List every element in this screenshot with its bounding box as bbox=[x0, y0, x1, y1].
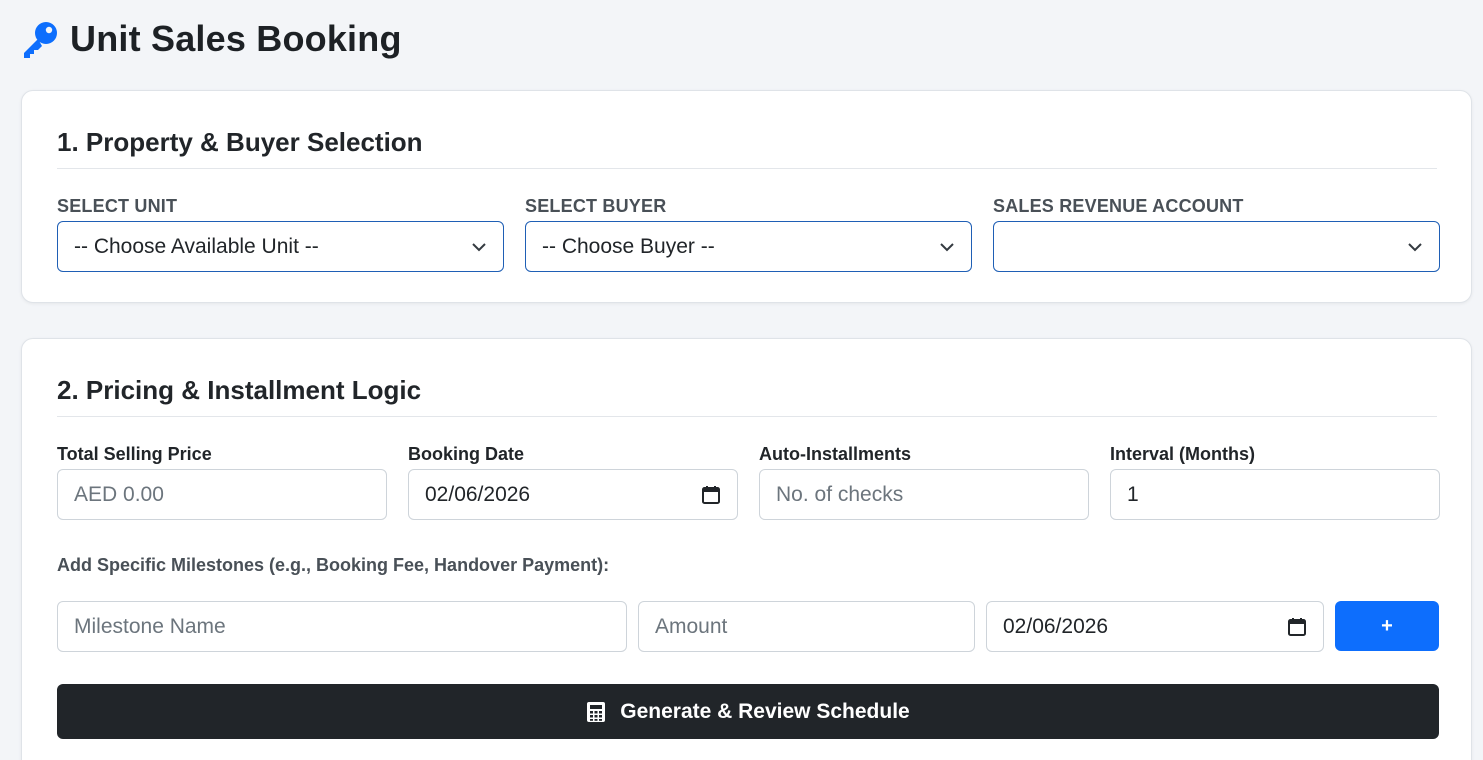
interval-label: Interval (Months) bbox=[1110, 444, 1256, 464]
calculator-icon bbox=[587, 701, 606, 722]
unit-sales-booking-page: Unit Sales Booking 1. Property & Buyer S… bbox=[0, 0, 1483, 760]
milestones-label: Add Specific Milestones (e.g., Booking F… bbox=[57, 555, 610, 575]
section-title: 2. Pricing & Installment Logic bbox=[57, 375, 1437, 417]
revenue-account-label: SALES REVENUE ACCOUNT bbox=[993, 196, 1244, 216]
buyer-select-value: -- Choose Buyer -- bbox=[542, 234, 715, 258]
page-title: Unit Sales Booking bbox=[70, 18, 402, 59]
generate-schedule-label: Generate & Review Schedule bbox=[620, 699, 910, 723]
milestone-date-value: 02/06/2026 bbox=[1003, 614, 1109, 638]
milestone-amount-input[interactable]: Amount bbox=[638, 601, 975, 652]
booking-date-input[interactable]: 02/06/2026 bbox=[408, 469, 738, 520]
unit-label: SELECT UNIT bbox=[57, 196, 178, 216]
milestone-amount-placeholder: Amount bbox=[655, 614, 728, 638]
milestone-date-field: 02/06/2026 bbox=[986, 601, 1324, 652]
interval-value: 1 bbox=[1127, 482, 1139, 506]
buyer-label: SELECT BUYER bbox=[525, 196, 667, 216]
booking-date-value: 02/06/2026 bbox=[425, 482, 531, 506]
generate-schedule-button[interactable]: Generate & Review Schedule bbox=[57, 684, 1439, 739]
milestone-name-field: Milestone Name bbox=[57, 601, 627, 652]
page-header: Unit Sales Booking bbox=[20, 14, 402, 64]
add-milestone-button[interactable]: + bbox=[1335, 601, 1439, 651]
chevron-down-icon bbox=[1408, 242, 1422, 251]
auto-installments-placeholder: No. of checks bbox=[776, 482, 904, 506]
pricing-installment-card: 2. Pricing & Installment Logic Total Sel… bbox=[21, 338, 1472, 760]
milestone-amount-field: Amount bbox=[638, 601, 975, 652]
price-input[interactable]: AED 0.00 bbox=[57, 469, 387, 520]
chevron-down-icon bbox=[940, 242, 954, 251]
price-field: Total Selling Price AED 0.00 bbox=[57, 443, 387, 520]
property-buyer-card: 1. Property & Buyer Selection SELECT UNI… bbox=[21, 90, 1472, 303]
unit-field: SELECT UNIT -- Choose Available Unit -- bbox=[57, 195, 504, 272]
unit-select-value: -- Choose Available Unit -- bbox=[74, 234, 319, 258]
auto-installments-input[interactable]: No. of checks bbox=[759, 469, 1089, 520]
milestone-name-placeholder: Milestone Name bbox=[74, 614, 226, 638]
milestone-date-input[interactable]: 02/06/2026 bbox=[986, 601, 1324, 652]
auto-installments-label: Auto-Installments bbox=[759, 444, 912, 464]
booking-date-label: Booking Date bbox=[408, 444, 525, 464]
unit-select[interactable]: -- Choose Available Unit -- bbox=[57, 221, 504, 272]
buyer-select[interactable]: -- Choose Buyer -- bbox=[525, 221, 972, 272]
revenue-account-select[interactable] bbox=[993, 221, 1440, 272]
section-title: 1. Property & Buyer Selection bbox=[57, 127, 1437, 169]
calendar-icon[interactable] bbox=[701, 485, 721, 505]
revenue-account-field: SALES REVENUE ACCOUNT bbox=[993, 195, 1440, 272]
interval-field: Interval (Months) 1 bbox=[1110, 443, 1440, 520]
buyer-field: SELECT BUYER -- Choose Buyer -- bbox=[525, 195, 972, 272]
interval-input[interactable]: 1 bbox=[1110, 469, 1440, 520]
booking-date-field: Booking Date 02/06/2026 bbox=[408, 443, 738, 520]
key-icon bbox=[24, 22, 57, 58]
milestone-name-input[interactable]: Milestone Name bbox=[57, 601, 627, 652]
price-placeholder: AED 0.00 bbox=[74, 482, 164, 506]
price-label: Total Selling Price bbox=[57, 444, 212, 464]
calendar-icon[interactable] bbox=[1287, 617, 1307, 637]
chevron-down-icon bbox=[472, 242, 486, 251]
auto-installments-field: Auto-Installments No. of checks bbox=[759, 443, 1089, 520]
